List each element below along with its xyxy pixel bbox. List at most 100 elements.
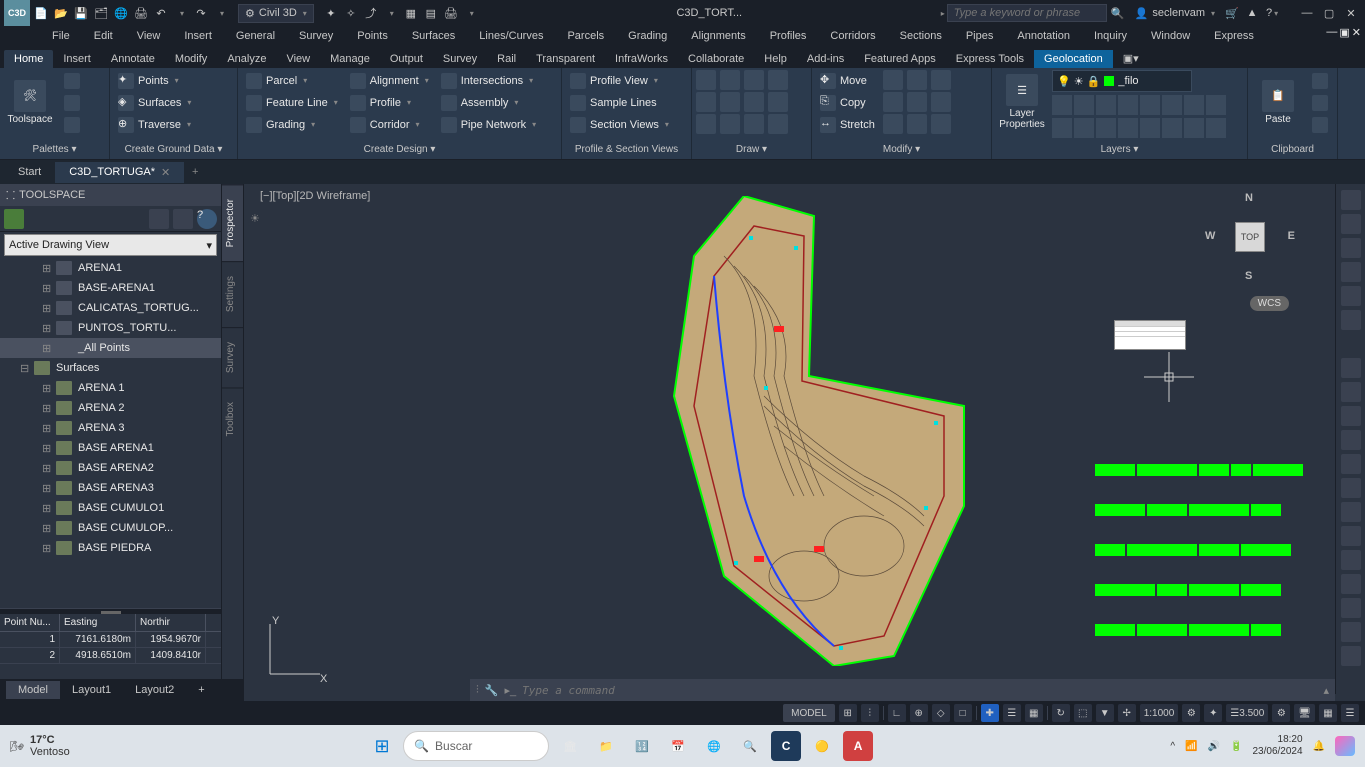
tree-node-surfaces[interactable]: ⊟Surfaces xyxy=(0,358,221,378)
share2-icon[interactable]: ✧ xyxy=(342,4,360,22)
menu-points[interactable]: Points xyxy=(345,28,400,44)
featureline-button[interactable]: Feature Line xyxy=(242,92,342,113)
web-open-icon[interactable]: 🌐 xyxy=(112,4,130,22)
nav-full-icon[interactable] xyxy=(1341,190,1361,210)
panel-modify-title[interactable]: Modify ▾ xyxy=(816,142,987,157)
layer-tool-1[interactable] xyxy=(1052,95,1072,115)
nav-tool6-icon[interactable] xyxy=(1341,478,1361,498)
tree-node[interactable]: ⊞BASE ARENA1 xyxy=(0,438,221,458)
tree-node[interactable]: ⊞BASE CUMULO1 xyxy=(0,498,221,518)
sb-units-icon[interactable]: ▦ xyxy=(1319,704,1337,722)
menu-sections[interactable]: Sections xyxy=(888,28,954,44)
tray-battery-icon[interactable]: 🔋 xyxy=(1230,741,1242,752)
nav-tool12-icon[interactable] xyxy=(1341,622,1361,642)
rotate-icon[interactable] xyxy=(883,70,903,90)
tab-insert[interactable]: Insert xyxy=(53,50,101,68)
menu-express[interactable]: Express xyxy=(1202,28,1266,44)
help-icon[interactable]: ? xyxy=(1263,4,1281,22)
side-tab-survey[interactable]: Survey xyxy=(222,327,243,387)
match-icon[interactable] xyxy=(1308,114,1332,135)
draw-point-icon[interactable] xyxy=(720,114,740,134)
redo-icon[interactable]: ↷ xyxy=(192,4,210,22)
tray-notifications-icon[interactable]: 🔔 xyxy=(1313,741,1325,752)
sb-lw-icon[interactable]: ☰ xyxy=(1003,704,1021,722)
explode-icon[interactable] xyxy=(931,114,951,134)
ts-refresh-icon[interactable] xyxy=(4,209,24,229)
nav-tool2-icon[interactable] xyxy=(1341,382,1361,402)
tab-annotate[interactable]: Annotate xyxy=(101,50,165,68)
help-search-input[interactable] xyxy=(947,4,1107,22)
modelspace-button[interactable]: MODEL xyxy=(783,704,835,722)
col-northing[interactable]: Northir xyxy=(136,614,206,631)
draw-ellipse-icon[interactable] xyxy=(720,92,740,112)
corridor-button[interactable]: Corridor xyxy=(346,114,433,135)
tab-help[interactable]: Help xyxy=(754,50,797,68)
print2-icon[interactable]: 🖨 xyxy=(442,4,460,22)
erase-icon[interactable] xyxy=(931,92,951,112)
panel-clipboard-title[interactable]: Clipboard xyxy=(1252,142,1333,157)
draw-spline-icon[interactable] xyxy=(696,114,716,134)
viewport-label[interactable]: [−][Top][2D Wireframe] xyxy=(260,190,370,202)
draw-block-icon[interactable] xyxy=(744,114,764,134)
sb-decimals-button[interactable]: ☰ 3.500 xyxy=(1226,704,1268,722)
sb-dynamic-icon[interactable]: ✚ xyxy=(981,704,999,722)
sectionviews-button[interactable]: Section Views xyxy=(566,114,673,135)
panel-draw-title[interactable]: Draw ▾ xyxy=(696,142,807,157)
layer-selector[interactable]: 💡 ☀ 🔒 _filo xyxy=(1052,70,1192,92)
tree-node[interactable]: ⊞ARENA1 xyxy=(0,258,221,278)
sb-grid-icon[interactable]: ⊞ xyxy=(839,704,857,722)
sb-cycle-icon[interactable]: ↻ xyxy=(1052,704,1070,722)
menu-profiles[interactable]: Profiles xyxy=(758,28,819,44)
sheet2-icon[interactable]: ▤ xyxy=(422,4,440,22)
sb-gizmo-icon[interactable]: ✢ xyxy=(1118,704,1136,722)
redo-dropdown-icon[interactable] xyxy=(212,4,230,22)
tree-node[interactable]: ⊞PUNTOS_TORTU... xyxy=(0,318,221,338)
move-button[interactable]: ✥Move xyxy=(816,70,879,91)
menu-insert[interactable]: Insert xyxy=(172,28,224,44)
menu-annotation[interactable]: Annotation xyxy=(1005,28,1082,44)
tab-addins[interactable]: Add-ins xyxy=(797,50,854,68)
tab-rail[interactable]: Rail xyxy=(487,50,526,68)
draw-rect-icon[interactable] xyxy=(696,92,716,112)
grading-button[interactable]: Grading xyxy=(242,114,342,135)
start-button[interactable]: ⊞ xyxy=(367,731,397,761)
taskbar-clock[interactable]: 18:20 23/06/2024 xyxy=(1252,734,1302,758)
nav-tool7-icon[interactable] xyxy=(1341,502,1361,522)
menu-general[interactable]: General xyxy=(224,28,287,44)
layer-tool-6[interactable] xyxy=(1162,95,1182,115)
tab-manage[interactable]: Manage xyxy=(320,50,380,68)
tree-node[interactable]: ⊞BASE PIEDRA xyxy=(0,538,221,558)
tab-express[interactable]: Express Tools xyxy=(946,50,1034,68)
menu-inquiry[interactable]: Inquiry xyxy=(1082,28,1139,44)
doc-minimize-icon[interactable]: — xyxy=(1326,26,1337,39)
nav-tool3-icon[interactable] xyxy=(1341,406,1361,426)
taskbar-autocad-icon[interactable]: A xyxy=(843,731,873,761)
command-input[interactable] xyxy=(522,684,1317,697)
draw-circle-icon[interactable] xyxy=(744,70,764,90)
layer-tool-3[interactable] xyxy=(1096,95,1116,115)
tray-copilot-icon[interactable] xyxy=(1335,736,1355,756)
print-dropdown-icon[interactable] xyxy=(462,4,480,22)
taskbar-widget1-icon[interactable]: 🏛 xyxy=(555,731,585,761)
sb-iso-icon[interactable]: ◇ xyxy=(932,704,950,722)
trim-icon[interactable] xyxy=(931,70,951,90)
tray-volume-icon[interactable]: 🔊 xyxy=(1208,741,1220,752)
saveas-icon[interactable]: 🗂 xyxy=(92,4,110,22)
nav-steering-icon[interactable] xyxy=(1341,310,1361,330)
points-button[interactable]: ✦Points xyxy=(114,70,195,91)
tree-node-selected[interactable]: ⊞_All Points xyxy=(0,338,221,358)
doc-tab-active[interactable]: C3D_TORTUGA*✕ xyxy=(55,162,184,183)
assembly-button[interactable]: Assembly xyxy=(437,92,540,113)
layer-tool-15[interactable] xyxy=(1184,118,1204,138)
doc-close-tab-icon[interactable]: ✕ xyxy=(161,166,170,179)
intersections-button[interactable]: Intersections xyxy=(437,70,540,91)
panel-profile-title[interactable]: Profile & Section Views xyxy=(566,142,687,157)
viewport-sun-icon[interactable]: ☀ xyxy=(250,212,262,224)
side-tab-settings[interactable]: Settings xyxy=(222,261,243,326)
sb-clean-icon[interactable]: ☰ xyxy=(1341,704,1359,722)
sb-polar-icon[interactable]: ⊕ xyxy=(910,704,928,722)
panel-palettes-title[interactable]: Palettes ▾ xyxy=(4,142,105,157)
sb-snap-icon[interactable]: ⫶ xyxy=(861,704,879,722)
doc-restore-icon[interactable]: ▣ xyxy=(1339,26,1349,39)
tab-home[interactable]: Home xyxy=(4,50,53,68)
